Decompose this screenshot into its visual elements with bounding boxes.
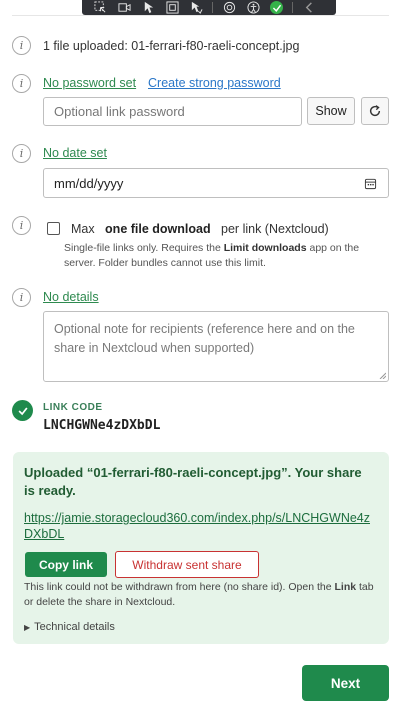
withdraw-note: This link could not be withdrawn from he…: [24, 580, 379, 610]
help-text-bold: Limit downloads: [223, 242, 307, 254]
download-limit-prefix: Max: [71, 222, 95, 236]
show-password-button[interactable]: Show: [307, 97, 355, 125]
recipient-note-textarea[interactable]: Optional note for recipients (reference …: [43, 311, 389, 382]
technical-details-toggle[interactable]: ▶ Technical details: [24, 621, 115, 633]
expiry-date-placeholder: mm/dd/yyyy: [54, 175, 124, 191]
download-limit-checkbox[interactable]: [47, 222, 60, 235]
info-icon: i: [12, 144, 31, 163]
link-code-value: LNCHGWNe4zDXbDL: [43, 418, 161, 433]
resize-handle-icon[interactable]: [378, 371, 386, 379]
link-password-placeholder: Optional link password: [54, 104, 185, 119]
recipient-note-placeholder: Optional note for recipients (reference …: [54, 322, 355, 355]
success-panel: Uploaded “01-ferrari-f80-raeli-concept.j…: [13, 452, 389, 644]
link-code-label: LINK CODE: [43, 402, 103, 413]
calendar-icon[interactable]: [364, 177, 377, 190]
pointer-check-icon[interactable]: [184, 0, 208, 15]
help-text: server. Folder bundles cannot use this l…: [64, 257, 266, 269]
expiry-date-input[interactable]: mm/dd/yyyy: [43, 168, 389, 198]
info-icon: i: [12, 36, 31, 55]
toolbar-divider: [292, 2, 293, 13]
pointer-icon[interactable]: [136, 0, 160, 15]
disclosure-triangle-icon: ▶: [24, 623, 31, 632]
share-url-link[interactable]: https://jamie.storagecloud360.com/index.…: [24, 510, 376, 542]
divider: [12, 15, 389, 16]
copy-link-button[interactable]: Copy link: [25, 552, 107, 577]
success-check-icon: [12, 400, 33, 421]
info-icon: i: [12, 74, 31, 93]
next-button[interactable]: Next: [302, 665, 389, 701]
withdraw-share-button[interactable]: Withdraw sent share: [115, 551, 259, 578]
download-limit-bold: one file download: [105, 222, 211, 236]
select-icon[interactable]: [88, 0, 112, 15]
checkmark-icon[interactable]: [270, 1, 283, 14]
floating-toolbar: [82, 0, 336, 15]
withdraw-note-bold: Link: [334, 581, 357, 593]
regenerate-password-button[interactable]: [361, 97, 389, 125]
no-details-link[interactable]: No details: [43, 290, 99, 304]
toolbar-divider: [212, 2, 213, 13]
create-strong-password-link[interactable]: Create strong password: [148, 76, 281, 90]
download-limit-help: Single-file links only. Requires the Lim…: [64, 241, 394, 271]
info-icon: i: [12, 288, 31, 307]
help-text: app on the: [306, 242, 360, 254]
technical-details-label: Technical details: [34, 621, 115, 633]
download-limit-label: Max one file download per link (Nextclou…: [71, 222, 329, 236]
no-password-link[interactable]: No password set: [43, 76, 136, 90]
stamp-icon[interactable]: [217, 0, 241, 15]
refresh-icon: [369, 105, 381, 117]
success-title: Uploaded “01-ferrari-f80-raeli-concept.j…: [24, 465, 362, 498]
download-limit-suffix: per link (Nextcloud): [221, 222, 329, 236]
help-text: Single-file links only. Requires the: [64, 242, 224, 254]
info-icon: i: [12, 216, 31, 235]
link-password-input[interactable]: Optional link password: [43, 97, 302, 126]
withdraw-note-text: This link could not be withdrawn from he…: [24, 581, 335, 593]
accessibility-icon[interactable]: [241, 0, 265, 15]
frame-icon[interactable]: [160, 0, 184, 15]
collapse-icon[interactable]: [297, 0, 321, 15]
video-icon[interactable]: [112, 0, 136, 15]
upload-summary: 1 file uploaded: 01-ferrari-f80-raeli-co…: [43, 39, 300, 53]
no-date-link[interactable]: No date set: [43, 146, 107, 160]
